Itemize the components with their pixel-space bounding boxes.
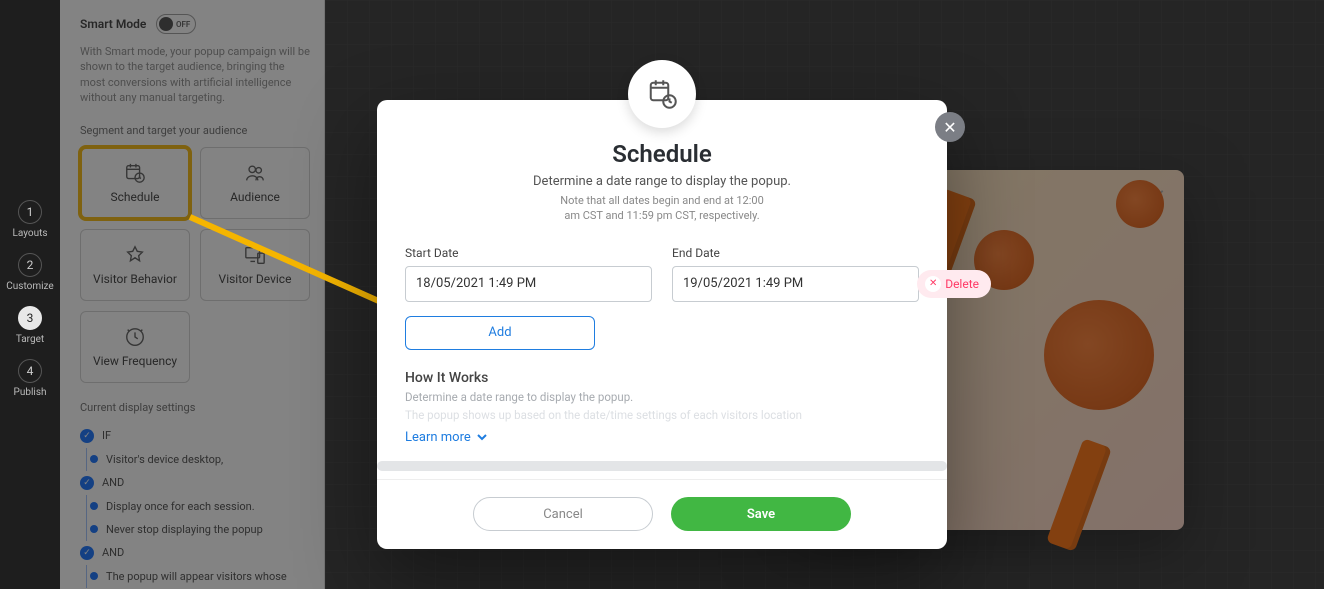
- cancel-button[interactable]: Cancel: [473, 497, 653, 531]
- start-date-input[interactable]: [405, 266, 652, 302]
- chevron-down-icon: [477, 432, 487, 442]
- hiw-line: Determine a date range to display the po…: [405, 390, 919, 404]
- modal-note: Note that all dates begin and end at 12:…: [405, 193, 919, 224]
- end-date-field: End Date: [672, 246, 919, 302]
- learn-more-label: Learn more: [405, 430, 471, 445]
- end-date-label: End Date: [672, 246, 919, 260]
- modal-overlay: ✕ Schedule Determine a date range to dis…: [0, 0, 1324, 589]
- close-button[interactable]: ✕: [935, 112, 965, 142]
- scrollbar[interactable]: [377, 461, 947, 471]
- hiw-line: The popup shows up based on the date/tim…: [405, 408, 919, 422]
- start-date-field: Start Date: [405, 246, 652, 302]
- modal-footer: Cancel Save: [377, 479, 947, 549]
- modal-icon: [628, 60, 696, 128]
- how-it-works: How It Works Determine a date range to d…: [405, 370, 919, 445]
- date-range-row: Start Date End Date Delete: [405, 246, 919, 302]
- end-date-input[interactable]: [672, 266, 919, 302]
- save-button[interactable]: Save: [671, 497, 851, 531]
- hiw-title: How It Works: [405, 370, 919, 386]
- schedule-modal: ✕ Schedule Determine a date range to dis…: [377, 100, 947, 549]
- calendar-clock-icon: [647, 79, 677, 109]
- delete-button[interactable]: Delete: [917, 270, 991, 298]
- modal-subtitle: Determine a date range to display the po…: [405, 174, 919, 189]
- learn-more-link[interactable]: Learn more: [405, 430, 919, 445]
- add-button[interactable]: Add: [405, 316, 595, 350]
- start-date-label: Start Date: [405, 246, 652, 260]
- modal-title: Schedule: [405, 140, 919, 168]
